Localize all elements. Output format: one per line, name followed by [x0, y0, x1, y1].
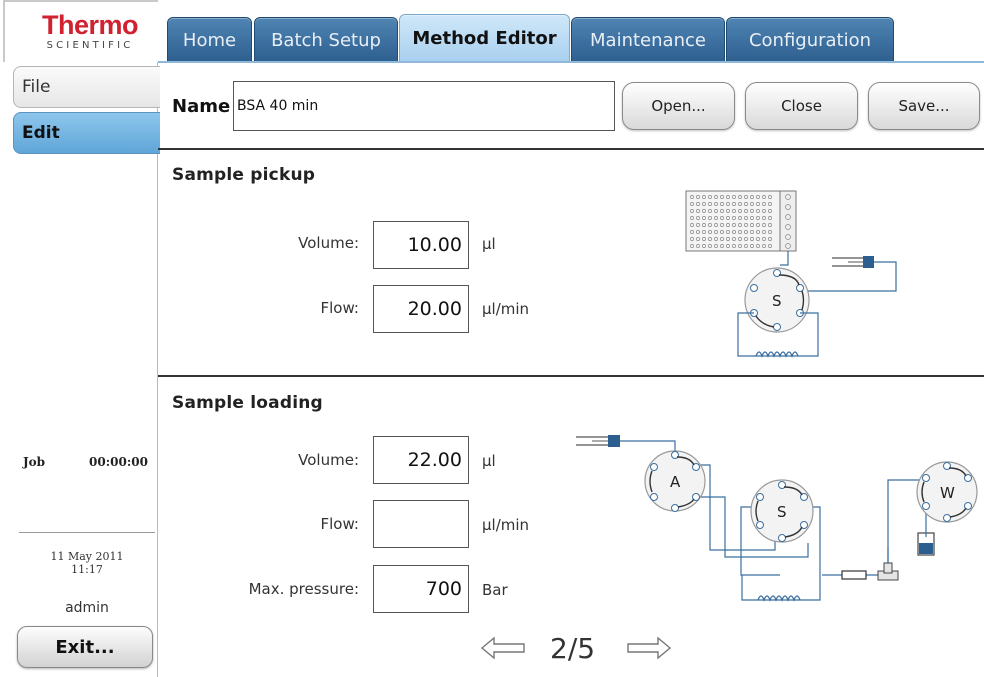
- loading-volume-label: Volume:: [298, 451, 359, 469]
- trap-column-icon: [841, 570, 867, 580]
- user-name: admin: [65, 600, 109, 616]
- loading-flow-input[interactable]: [373, 500, 469, 548]
- pickup-volume-label: Volume:: [298, 234, 359, 252]
- sample-loading-diagram: A S W: [576, 435, 978, 602]
- valve-s-label: S: [772, 292, 782, 310]
- job-status: Job 00:00:00: [23, 455, 148, 469]
- method-name-input[interactable]: [233, 81, 615, 131]
- job-timer: 00:00:00: [89, 455, 148, 469]
- valve-a-icon: A: [644, 450, 706, 512]
- valve-s-label: S: [777, 503, 787, 521]
- sample-pickup-diagram: S: [685, 190, 897, 358]
- max-pressure-label: Max. pressure:: [248, 580, 359, 598]
- loading-flow-label: Flow:: [320, 515, 359, 533]
- sample-pickup-title: Sample pickup: [172, 165, 316, 185]
- save-button[interactable]: Save...: [868, 82, 980, 130]
- logo-sub-text: SCIENTIFIC: [46, 40, 134, 51]
- sidebar-divider: [19, 532, 155, 533]
- close-button[interactable]: Close: [745, 82, 858, 130]
- pager: 2/5: [480, 628, 680, 668]
- prev-page-arrow-icon[interactable]: [480, 636, 526, 660]
- pickup-flow-unit: µl/min: [482, 300, 530, 318]
- tab-batch-setup[interactable]: Batch Setup: [254, 17, 398, 62]
- valve-s-icon: S: [750, 479, 814, 543]
- valve-w-icon: W: [916, 461, 978, 523]
- syringe-icon: [576, 435, 620, 447]
- pickup-flow-input[interactable]: [373, 285, 469, 333]
- thermo-logo: Thermo SCIENTIFIC: [30, 12, 150, 52]
- pickup-flow-label: Flow:: [320, 299, 359, 317]
- job-label: Job: [23, 455, 46, 469]
- tab-configuration[interactable]: Configuration: [726, 17, 894, 62]
- name-label: Name: [172, 96, 231, 117]
- date-text: 11 May 2011: [50, 550, 124, 563]
- valve-w-label: W: [940, 484, 955, 502]
- valve-a-label: A: [670, 473, 681, 491]
- tab-maintenance[interactable]: Maintenance: [571, 17, 725, 62]
- datetime: 11 May 2011 11:17: [19, 550, 155, 576]
- sample-loading-title: Sample loading: [172, 393, 323, 413]
- sidebar-item-edit[interactable]: Edit: [13, 112, 160, 154]
- page-indicator: 2/5: [550, 632, 596, 665]
- pickup-volume-unit: µl: [482, 235, 496, 253]
- max-pressure-input[interactable]: [373, 565, 469, 613]
- next-page-arrow-icon[interactable]: [626, 636, 672, 660]
- tee-connector-icon: [877, 562, 899, 581]
- tab-home[interactable]: Home: [167, 17, 252, 62]
- pickup-volume-input[interactable]: [373, 221, 469, 269]
- tab-method-editor[interactable]: Method Editor: [399, 14, 570, 62]
- loading-volume-unit: µl: [482, 452, 496, 470]
- tab-underline: [158, 61, 984, 63]
- loading-volume-input[interactable]: [373, 436, 469, 484]
- open-button[interactable]: Open...: [622, 82, 735, 130]
- sidebar: File Edit Job 00:00:00 11 May 2011 11:17…: [3, 62, 160, 677]
- max-pressure-unit: Bar: [482, 581, 508, 599]
- valve-s-icon: S: [744, 267, 810, 333]
- well-plate-icon: [685, 190, 797, 252]
- loading-flow-unit: µl/min: [482, 516, 530, 534]
- section-divider: [158, 375, 984, 377]
- tab-bar: Home Batch Setup Method Editor Maintenan…: [158, 0, 984, 62]
- logo-main-text: Thermo: [41, 10, 139, 40]
- section-divider: [158, 148, 984, 150]
- syringe-icon: [804, 256, 897, 292]
- exit-button[interactable]: Exit...: [17, 626, 153, 668]
- time-text: 11:17: [71, 563, 103, 576]
- sidebar-item-file[interactable]: File: [13, 66, 160, 108]
